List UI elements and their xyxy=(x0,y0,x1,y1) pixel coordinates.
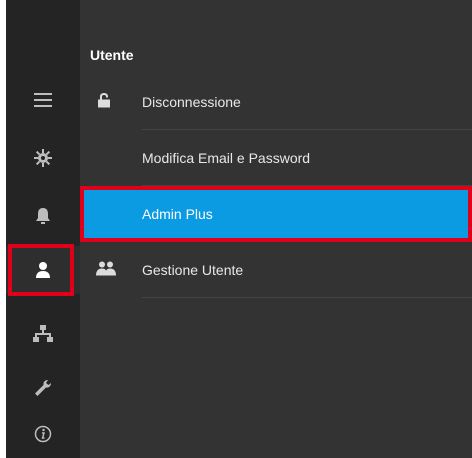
gear-icon xyxy=(34,149,52,167)
users-icon xyxy=(96,261,116,280)
notifications-button[interactable] xyxy=(6,192,80,240)
info-button[interactable] xyxy=(6,410,80,458)
panel-title: Utente xyxy=(90,47,134,63)
menu-item-modifica-email-password[interactable]: Modifica Email e Password xyxy=(80,130,472,186)
network-icon xyxy=(33,325,53,342)
user-panel: Utente Disconnessione Modifica Email e P… xyxy=(80,0,472,458)
info-icon xyxy=(34,425,52,443)
menu-item-admin-plus[interactable]: Admin Plus xyxy=(80,186,472,242)
bell-icon xyxy=(36,208,50,224)
divider xyxy=(142,297,472,298)
settings-button[interactable] xyxy=(6,134,80,182)
menu-item-disconnessione[interactable]: Disconnessione xyxy=(80,74,472,130)
lock-open-icon xyxy=(96,93,112,112)
wrench-icon xyxy=(35,380,51,396)
menu-item-label: Gestione Utente xyxy=(142,262,244,278)
user-button[interactable] xyxy=(6,246,80,294)
menu-button[interactable] xyxy=(6,76,80,124)
user-icon xyxy=(36,262,50,278)
network-button[interactable] xyxy=(6,310,80,358)
menu-icon xyxy=(34,93,52,107)
menu-item-label: Disconnessione xyxy=(142,94,241,110)
menu-item-gestione-utente[interactable]: Gestione Utente xyxy=(80,242,472,298)
tools-button[interactable] xyxy=(6,364,80,412)
menu-item-label: Modifica Email e Password xyxy=(142,150,311,166)
side-rail xyxy=(6,0,80,458)
menu-item-label: Admin Plus xyxy=(142,206,213,222)
